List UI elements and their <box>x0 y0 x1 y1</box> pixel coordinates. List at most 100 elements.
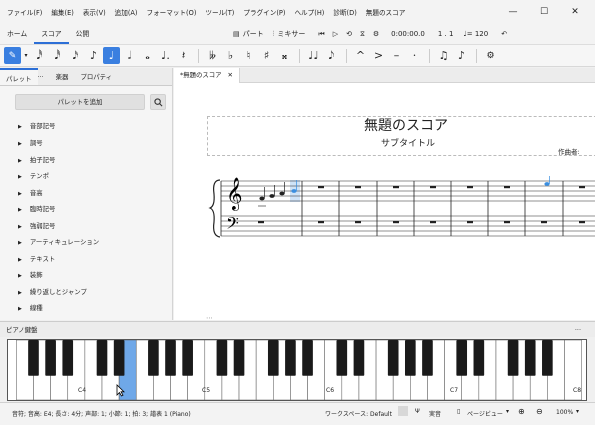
sharp-icon[interactable]: ♯ <box>258 47 275 64</box>
piano-black-key[interactable] <box>233 340 245 376</box>
palette-item-repeats-jumps[interactable]: ▶ 繰り返しとジャンプ <box>18 286 87 298</box>
piano-black-key[interactable] <box>302 340 313 376</box>
maximize-button[interactable]: ☐ <box>533 0 555 24</box>
accent-icon[interactable]: > <box>370 47 387 64</box>
score-composer[interactable]: 作曲者: <box>558 146 580 156</box>
piano-black-key[interactable] <box>422 340 433 376</box>
piano-black-key[interactable] <box>336 340 348 376</box>
piano-black-key[interactable] <box>62 340 74 376</box>
double-sharp-icon[interactable]: 𝄪 <box>276 47 293 64</box>
thirtysecond-note-icon[interactable]: 𝅘𝅥𝅰 <box>49 47 66 64</box>
augmentation-dot-icon[interactable]: ♩. <box>157 47 174 64</box>
quarter-note-icon[interactable]: ♩ <box>103 47 120 64</box>
zoom-out-icon[interactable]: ⊖ <box>536 407 543 416</box>
flat-icon[interactable]: ♭ <box>222 47 239 64</box>
piano-black-key[interactable] <box>456 340 468 376</box>
add-palette-button[interactable]: パレットを追加 <box>15 94 145 110</box>
tab-home[interactable]: ホーム <box>0 24 34 44</box>
zoom-in-icon[interactable]: ⊕ <box>518 407 525 416</box>
view-mode-selector[interactable]: ページビュー <box>467 409 503 418</box>
palette-item-articulations[interactable]: ▶ アーティキュレーション <box>18 236 99 248</box>
piano-keyboard[interactable] <box>7 339 587 401</box>
staccato-icon[interactable]: · <box>406 47 423 64</box>
menu-help[interactable]: ヘルプ(H) <box>294 7 324 17</box>
piano-black-key[interactable] <box>28 340 39 376</box>
piano-black-key[interactable] <box>216 340 228 376</box>
natural-icon[interactable]: ♮ <box>240 47 257 64</box>
undo-icon[interactable]: ↶ <box>501 30 507 38</box>
menu-file[interactable]: ファイル(F) <box>7 7 42 17</box>
note-input-pen-icon[interactable]: ✎ <box>4 47 21 64</box>
piano-black-key[interactable] <box>96 340 108 376</box>
piano-black-key[interactable] <box>165 340 176 376</box>
zoom-chevron-icon[interactable]: ▾ <box>576 408 579 415</box>
menu-diagnostic[interactable]: 診断(D) <box>333 7 356 17</box>
piano-black-key[interactable] <box>353 340 365 376</box>
slur-icon[interactable]: 𝅘𝅥𝅮 <box>323 47 340 64</box>
close-button[interactable]: ✕ <box>564 0 586 24</box>
tie-icon[interactable]: ♩♩ <box>305 47 322 64</box>
palette-item-key-signatures[interactable]: ▶ 調号 <box>18 137 43 149</box>
tab-publish[interactable]: 公開 <box>69 24 97 44</box>
playback-settings-icon[interactable]: ⚙ <box>373 30 379 38</box>
tuplet-icon[interactable]: ♫ <box>435 47 452 64</box>
rewind-icon[interactable]: ⏮ <box>318 30 324 39</box>
tenuto-icon[interactable]: – <box>388 47 405 64</box>
half-note-icon[interactable]: 𝅗𝅥 <box>121 47 138 64</box>
piano-black-key[interactable] <box>387 340 399 376</box>
piano-black-key[interactable] <box>182 340 193 376</box>
score-subtitle[interactable]: サブタイトル <box>381 136 435 149</box>
loop-icon[interactable]: ⟲ <box>346 30 352 38</box>
score-staff-system[interactable]: 𝄞 𝄢 <box>174 168 595 248</box>
score-title[interactable]: 無題のスコア <box>364 115 448 135</box>
close-tab-icon[interactable]: ✕ <box>228 71 233 79</box>
palette-item-dynamics[interactable]: ▶ 強弱記号 <box>18 220 55 232</box>
menu-tools[interactable]: ツール(T) <box>205 7 234 17</box>
eighth-note-icon[interactable]: ♪ <box>85 47 102 64</box>
piano-black-key[interactable] <box>45 340 56 376</box>
palette-item-accidentals[interactable]: ▶ 臨時記号 <box>18 203 55 215</box>
mixer-button[interactable]: ミキサー <box>277 29 305 39</box>
piano-black-key[interactable] <box>113 340 125 376</box>
parts-button[interactable]: パート <box>243 29 264 39</box>
tab-palettes[interactable]: パレット <box>0 68 38 85</box>
piano-black-key[interactable] <box>405 340 416 376</box>
panel-tab-more-icon[interactable]: ··· <box>38 68 50 85</box>
sixteenth-note-icon[interactable]: 𝅘𝅥𝅯 <box>67 47 84 64</box>
palette-item-pitch[interactable]: ▶ 音高 <box>18 187 43 199</box>
piano-black-key[interactable] <box>507 340 519 376</box>
tab-instruments[interactable]: 楽器 <box>50 68 75 85</box>
menu-add[interactable]: 追加(A) <box>115 7 138 17</box>
menu-plugins[interactable]: プラグイン(P) <box>243 7 285 17</box>
sixtyfourth-note-icon[interactable]: 𝅘𝅥𝅰 <box>31 47 48 64</box>
palette-item-ornaments[interactable]: ▶ 装飾 <box>18 269 43 281</box>
double-flat-icon[interactable]: 𝄫 <box>204 47 221 64</box>
tab-properties[interactable]: プロパティ <box>74 68 118 85</box>
score-view[interactable]: *無題のスコア ✕ 無題のスコア サブタイトル 作曲者: 𝄞 𝄢 ⋯ <box>174 68 595 322</box>
tab-score[interactable]: スコア <box>34 24 69 44</box>
dropdown-chevron-icon[interactable]: ▾ <box>22 47 30 64</box>
palette-item-lines[interactable]: ▶ 線種 <box>18 302 43 314</box>
concert-pitch-toggle[interactable]: 実音 <box>429 409 441 418</box>
zoom-level[interactable]: 100% <box>556 409 573 416</box>
piano-black-key[interactable] <box>148 340 159 376</box>
rest-icon[interactable]: 𝄽 <box>175 47 192 64</box>
document-tab[interactable]: *無題のスコア ✕ <box>174 68 240 83</box>
piano-black-key[interactable] <box>267 340 279 376</box>
piano-black-key[interactable] <box>285 340 296 376</box>
workspace-selector[interactable]: ワークスペース: Default <box>325 409 392 418</box>
view-mode-chevron-icon[interactable]: ▾ <box>506 408 509 415</box>
flip-direction-icon[interactable]: ♪ <box>453 47 470 64</box>
customize-toolbar-gear-icon[interactable]: ⚙ <box>482 47 499 64</box>
whole-note-icon[interactable]: 𝅝 <box>139 47 156 64</box>
marcato-icon[interactable]: ^ <box>352 47 369 64</box>
palette-item-time-signatures[interactable]: ▶ 拍子記号 <box>18 154 55 166</box>
palette-item-clefs[interactable]: ▶ 音部記号 <box>18 120 55 132</box>
menu-format[interactable]: フォーマット(O) <box>147 7 197 17</box>
palette-item-text[interactable]: ▶ テキスト <box>18 253 55 265</box>
palette-item-tempo[interactable]: ▶ テンポ <box>18 170 49 182</box>
minimize-button[interactable]: — <box>502 0 524 24</box>
piano-black-key[interactable] <box>524 340 536 376</box>
palette-search-button[interactable] <box>150 94 166 110</box>
play-icon[interactable]: ▷ <box>333 30 338 38</box>
